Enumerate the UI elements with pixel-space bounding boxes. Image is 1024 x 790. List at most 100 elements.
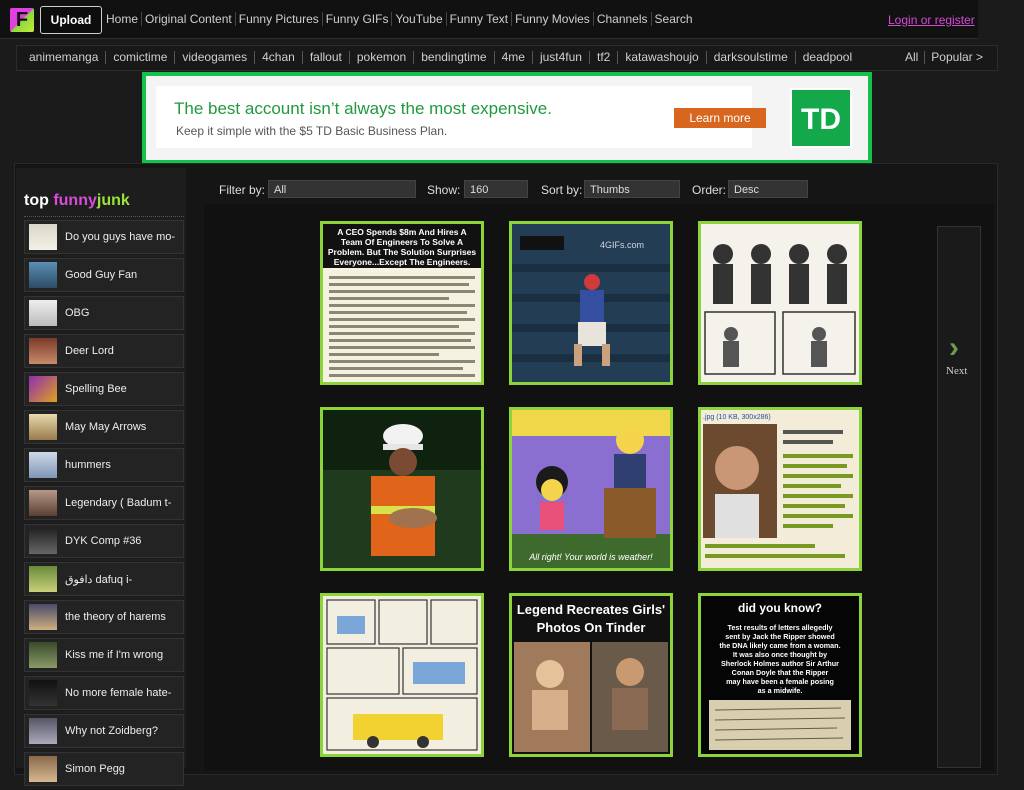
sidebar-item[interactable]: دافوق dafuq i- <box>24 562 184 596</box>
channel-popular-link[interactable]: Popular > <box>925 51 989 64</box>
channel-link[interactable]: videogames <box>175 51 256 64</box>
sidebar-item[interactable]: Why not Zoidberg? <box>24 714 184 748</box>
upload-button[interactable]: Upload <box>40 6 102 34</box>
thumb-image <box>701 224 859 382</box>
top-funnyjunk-sidebar: top funnyjunk Do you guys have mo- Good … <box>16 168 186 786</box>
ad-banner[interactable]: The best account isn’t always the most e… <box>142 72 872 164</box>
filter-bar: Filter by: All Show: 160 Sort by: Thumbs… <box>204 176 994 202</box>
content-thumbnail[interactable]: Legend Recreates Girls' Photos On Tinder <box>509 593 673 757</box>
channel-link[interactable]: 4chan <box>255 51 303 64</box>
sidebar-item-label: Do you guys have mo- <box>65 231 176 243</box>
thumb-image <box>323 410 481 568</box>
channel-link[interactable]: bendingtime <box>414 51 495 64</box>
funnyjunk-logo-icon[interactable]: F <box>10 8 34 32</box>
login-register-link[interactable]: Login or register <box>888 13 975 27</box>
thumb-image <box>323 596 481 754</box>
sidebar-title-funny: funny <box>53 192 97 209</box>
content-thumbnail[interactable] <box>320 593 484 757</box>
channel-link[interactable]: fallout <box>303 51 350 64</box>
thumb-caption-line: the DNA likely came from a woman. <box>719 641 840 650</box>
content-thumbnail[interactable]: 4GIFs.com <box>509 221 673 385</box>
nav-search[interactable]: Search <box>652 12 696 26</box>
content-thumbnail[interactable]: .jpg (10 KB, 300x286) <box>698 407 862 571</box>
nav-funny-pictures[interactable]: Funny Pictures <box>236 12 323 26</box>
filter-select[interactable]: All <box>268 180 416 198</box>
sidebar-thumbnail <box>29 642 57 668</box>
sidebar-item-label: DYK Comp #36 <box>65 535 142 547</box>
thumb-caption-line: A CEO Spends $8m And Hires A <box>337 227 466 237</box>
content-thumbnail[interactable] <box>320 407 484 571</box>
channel-all-link[interactable]: All <box>899 51 926 64</box>
channel-link[interactable]: just4fun <box>533 51 590 64</box>
sidebar-thumbnail <box>29 338 57 364</box>
sidebar-item-label: Good Guy Fan <box>65 269 138 281</box>
sidebar-item[interactable]: Legendary ( Badum t- <box>24 486 184 520</box>
next-label: Next <box>946 365 968 377</box>
thumb-image: A CEO Spends $8m And Hires A Team Of Eng… <box>323 224 481 377</box>
ad-subline: Keep it simple with the $5 TD Basic Busi… <box>176 124 448 138</box>
sidebar-item[interactable]: DYK Comp #36 <box>24 524 184 558</box>
channel-bar: animemanga comictime videogames 4chan fa… <box>16 45 998 71</box>
next-page-button[interactable]: › Next <box>937 226 981 768</box>
top-navbar: F Upload Home Original Content Funny Pic… <box>0 0 978 39</box>
sidebar-item-label: Legendary ( Badum t- <box>65 497 172 509</box>
sidebar-item[interactable]: Do you guys have mo- <box>24 220 184 254</box>
channel-list: animemanga comictime videogames 4chan fa… <box>27 51 859 64</box>
content-thumbnail[interactable]: A CEO Spends $8m And Hires A Team Of Eng… <box>320 221 484 385</box>
channel-link[interactable]: pokemon <box>350 51 415 64</box>
sidebar-item[interactable]: Simon Pegg <box>24 752 184 786</box>
sidebar-item[interactable]: Good Guy Fan <box>24 258 184 292</box>
channel-link[interactable]: animemanga <box>27 51 107 64</box>
channel-link[interactable]: darksoulstime <box>707 51 796 64</box>
sidebar-item-label: May May Arrows <box>65 421 147 433</box>
thumb-file-info: .jpg (10 KB, 300x286) <box>703 414 771 421</box>
thumb-image: All right! Your world is weather! <box>512 410 670 568</box>
nav-home[interactable]: Home <box>106 12 143 26</box>
thumb-caption-line: It was also once thought by <box>733 650 827 659</box>
content-thumbnail[interactable] <box>698 221 862 385</box>
sidebar-thumbnail <box>29 224 57 250</box>
nav-channels[interactable]: Channels <box>594 12 652 26</box>
sort-label: Sort by: <box>541 183 583 197</box>
sidebar-title-junk: junk <box>96 192 130 209</box>
thumb-caption-line: Problem. But The Solution Surprises <box>328 247 477 257</box>
sidebar-thumbnail <box>29 376 57 402</box>
sidebar-item-label: Spelling Bee <box>65 383 127 395</box>
sidebar-item[interactable]: No more female hate- <box>24 676 184 710</box>
nav-original-content[interactable]: Original Content <box>142 12 236 26</box>
nav-funny-text[interactable]: Funny Text <box>447 12 513 26</box>
thumb-caption-line: as a midwife. <box>758 686 803 695</box>
sidebar-item-label: Deer Lord <box>65 345 114 357</box>
content-thumbnail[interactable]: All right! Your world is weather! <box>509 407 673 571</box>
sidebar-item[interactable]: Kiss me if I'm wrong <box>24 638 184 672</box>
show-select[interactable]: 160 <box>464 180 528 198</box>
channel-link[interactable]: deadpool <box>796 51 859 64</box>
nav-funny-gifs[interactable]: Funny GIFs <box>323 12 393 26</box>
nav-funny-movies[interactable]: Funny Movies <box>512 12 594 26</box>
sidebar-thumbnail <box>29 452 57 478</box>
thumb-caption-line: Photos On Tinder <box>537 620 646 635</box>
sidebar-item-label: OBG <box>65 307 90 319</box>
sidebar-item[interactable]: OBG <box>24 296 184 330</box>
sort-select[interactable]: Thumbs <box>584 180 680 198</box>
content-thumbnail[interactable]: did you know? Test results of letters al… <box>698 593 862 757</box>
channel-link[interactable]: tf2 <box>590 51 619 64</box>
sidebar-thumbnail <box>29 490 57 516</box>
sidebar-item[interactable]: Spelling Bee <box>24 372 184 406</box>
sidebar-thumbnail <box>29 756 57 782</box>
order-select[interactable]: Desc <box>728 180 808 198</box>
order-label: Order: <box>692 183 727 197</box>
sidebar-item[interactable]: the theory of harems <box>24 600 184 634</box>
sidebar-item[interactable]: May May Arrows <box>24 410 184 444</box>
channel-link[interactable]: katawashoujo <box>618 51 707 64</box>
nav-youtube[interactable]: YouTube <box>392 12 447 26</box>
sidebar-item[interactable]: hummers <box>24 448 184 482</box>
channel-link[interactable]: comictime <box>106 51 176 64</box>
channel-link[interactable]: 4me <box>495 51 533 64</box>
sidebar-item[interactable]: Deer Lord <box>24 334 184 368</box>
thumb-image: Legend Recreates Girls' Photos On Tinder <box>512 596 670 752</box>
ad-learn-more-button[interactable]: Learn more <box>674 108 766 128</box>
thumb-image: 4GIFs.com <box>512 224 670 382</box>
thumb-image: did you know? Test results of letters al… <box>701 596 859 754</box>
thumb-caption-line: Legend Recreates Girls' <box>517 602 665 617</box>
